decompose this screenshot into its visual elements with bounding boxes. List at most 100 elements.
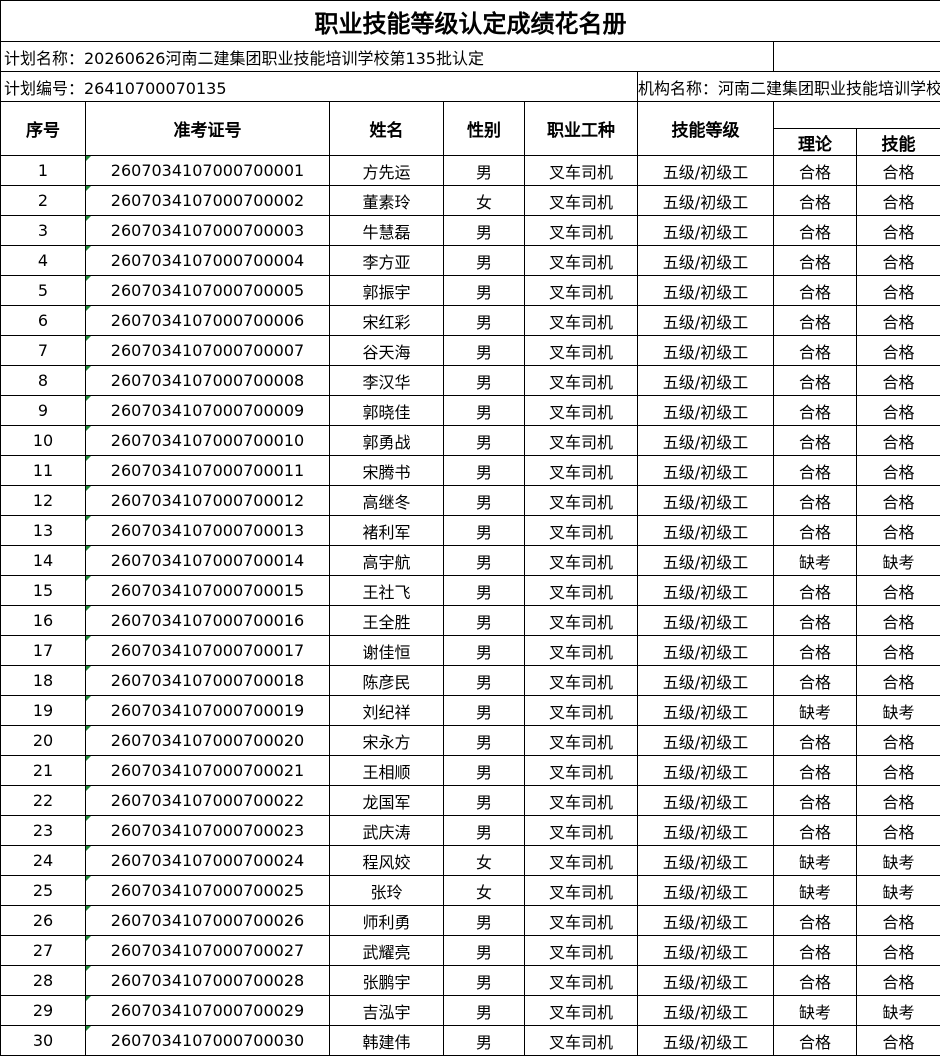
skill-result-cell: 合格 <box>856 185 940 216</box>
occupation-cell: 叉车司机 <box>524 365 638 396</box>
skill-result-cell: 合格 <box>856 515 940 546</box>
seq-cell: 8 <box>0 365 86 396</box>
header-occupation: 职业工种 <box>524 101 638 156</box>
exam-id-cell: 2607034107000700028 <box>85 965 330 996</box>
exam-id-cell: 2607034107000700026 <box>85 905 330 936</box>
theory-result-cell: 缺考 <box>773 545 857 576</box>
theory-result-cell: 合格 <box>773 305 857 336</box>
seq-cell: 1 <box>0 155 86 186</box>
level-cell: 五级/初级工 <box>637 155 774 186</box>
level-cell: 五级/初级工 <box>637 995 774 1026</box>
table-row: 26 2607034107000700026 师利勇男叉车司机 五级/初级工 合格 合格 <box>0 905 940 936</box>
skill-result-cell: 缺考 <box>856 845 940 876</box>
org-name: 机构名称：河南二建集团职业技能培训学校有限公司 <box>637 71 940 102</box>
seq-cell: 22 <box>0 785 86 816</box>
exam-id-cell: 2607034107000700025 <box>85 875 330 906</box>
table-row: 15 2607034107000700015 王社飞男叉车司机 五级/初级工 合格 合格 <box>0 575 940 606</box>
table-row: 16 2607034107000700016 王全胜男叉车司机 五级/初级工 合格 合格 <box>0 605 940 636</box>
exam-id-cell: 2607034107000700027 <box>85 935 330 966</box>
level-cell: 五级/初级工 <box>637 545 774 576</box>
gender-cell: 女 <box>443 845 525 876</box>
name-cell: 武庆涛 <box>329 815 444 846</box>
roster-table: 职业技能等级认定成绩花名册 计划名称：20260626河南二建集团职业技能培训学… <box>0 0 940 1056</box>
occupation-cell: 叉车司机 <box>524 425 638 456</box>
occupation-cell: 叉车司机 <box>524 785 638 816</box>
level-cell: 五级/初级工 <box>637 575 774 606</box>
gender-cell: 男 <box>443 425 525 456</box>
seq-cell: 30 <box>0 1025 86 1056</box>
skill-result-cell: 合格 <box>856 725 940 756</box>
occupation-cell: 叉车司机 <box>524 725 638 756</box>
gender-cell: 男 <box>443 935 525 966</box>
occupation-cell: 叉车司机 <box>524 155 638 186</box>
occupation-cell: 叉车司机 <box>524 935 638 966</box>
level-cell: 五级/初级工 <box>637 875 774 906</box>
level-cell: 五级/初级工 <box>637 935 774 966</box>
exam-id-cell: 2607034107000700016 <box>85 605 330 636</box>
theory-result-cell: 合格 <box>773 665 857 696</box>
skill-result-cell: 合格 <box>856 815 940 846</box>
name-cell: 董素玲 <box>329 185 444 216</box>
name-cell: 王相顺 <box>329 755 444 786</box>
exam-id-cell: 2607034107000700004 <box>85 245 330 276</box>
exam-id-cell: 2607034107000700003 <box>85 215 330 246</box>
exam-id-cell: 2607034107000700001 <box>85 155 330 186</box>
name-cell: 龙国军 <box>329 785 444 816</box>
theory-result-cell: 合格 <box>773 215 857 246</box>
occupation-cell: 叉车司机 <box>524 965 638 996</box>
occupation-cell: 叉车司机 <box>524 515 638 546</box>
seq-cell: 23 <box>0 815 86 846</box>
seq-cell: 17 <box>0 635 86 666</box>
table-row: 10 2607034107000700010 郭勇战男叉车司机 五级/初级工 合格 合格 <box>0 425 940 456</box>
seq-cell: 19 <box>0 695 86 726</box>
seq-cell: 4 <box>0 245 86 276</box>
occupation-cell: 叉车司机 <box>524 845 638 876</box>
table-row: 21 2607034107000700021 王相顺男叉车司机 五级/初级工 合格 合格 <box>0 755 940 786</box>
theory-result-cell: 合格 <box>773 365 857 396</box>
occupation-cell: 叉车司机 <box>524 575 638 606</box>
level-cell: 五级/初级工 <box>637 965 774 996</box>
seq-cell: 14 <box>0 545 86 576</box>
level-cell: 五级/初级工 <box>637 275 774 306</box>
name-cell: 李汉华 <box>329 365 444 396</box>
gender-cell: 男 <box>443 1025 525 1056</box>
occupation-cell: 叉车司机 <box>524 305 638 336</box>
seq-cell: 7 <box>0 335 86 366</box>
seq-cell: 24 <box>0 845 86 876</box>
gender-cell: 男 <box>443 695 525 726</box>
skill-result-cell: 合格 <box>856 455 940 486</box>
theory-result-cell: 合格 <box>773 155 857 186</box>
skill-result-cell: 合格 <box>856 335 940 366</box>
skill-result-cell: 合格 <box>856 365 940 396</box>
level-cell: 五级/初级工 <box>637 335 774 366</box>
exam-id-cell: 2607034107000700005 <box>85 275 330 306</box>
name-cell: 王社飞 <box>329 575 444 606</box>
header-level: 技能等级 <box>637 101 774 156</box>
gender-cell: 男 <box>443 755 525 786</box>
skill-result-cell: 合格 <box>856 245 940 276</box>
table-row: 19 2607034107000700019 刘纪祥男叉车司机 五级/初级工 缺考 缺考 <box>0 695 940 726</box>
skill-result-cell: 合格 <box>856 635 940 666</box>
table-row: 23 2607034107000700023 武庆涛男叉车司机 五级/初级工 合格 合格 <box>0 815 940 846</box>
occupation-cell: 叉车司机 <box>524 185 638 216</box>
table-row: 8 2607034107000700008 李汉华男叉车司机 五级/初级工 合格 合格 <box>0 365 940 396</box>
exam-id-cell: 2607034107000700010 <box>85 425 330 456</box>
theory-result-cell: 合格 <box>773 245 857 276</box>
occupation-cell: 叉车司机 <box>524 455 638 486</box>
skill-result-cell: 合格 <box>856 965 940 996</box>
exam-id-cell: 2607034107000700011 <box>85 455 330 486</box>
level-cell: 五级/初级工 <box>637 1025 774 1056</box>
gender-cell: 男 <box>443 455 525 486</box>
occupation-cell: 叉车司机 <box>524 545 638 576</box>
table-row: 1 2607034107000700001 方先运男叉车司机 五级/初级工 合格 合格 <box>0 155 940 186</box>
header-name: 姓名 <box>329 101 444 156</box>
seq-cell: 12 <box>0 485 86 516</box>
occupation-cell: 叉车司机 <box>524 335 638 366</box>
gender-cell: 男 <box>443 485 525 516</box>
name-cell: 郭勇战 <box>329 425 444 456</box>
gender-cell: 男 <box>443 215 525 246</box>
header-theory: 理论 <box>773 128 857 156</box>
plan-name: 计划名称：20260626河南二建集团职业技能培训学校第135批认定 <box>0 41 774 72</box>
theory-result-cell: 合格 <box>773 1025 857 1056</box>
table-row: 9 2607034107000700009 郭晓佳男叉车司机 五级/初级工 合格 合格 <box>0 395 940 426</box>
